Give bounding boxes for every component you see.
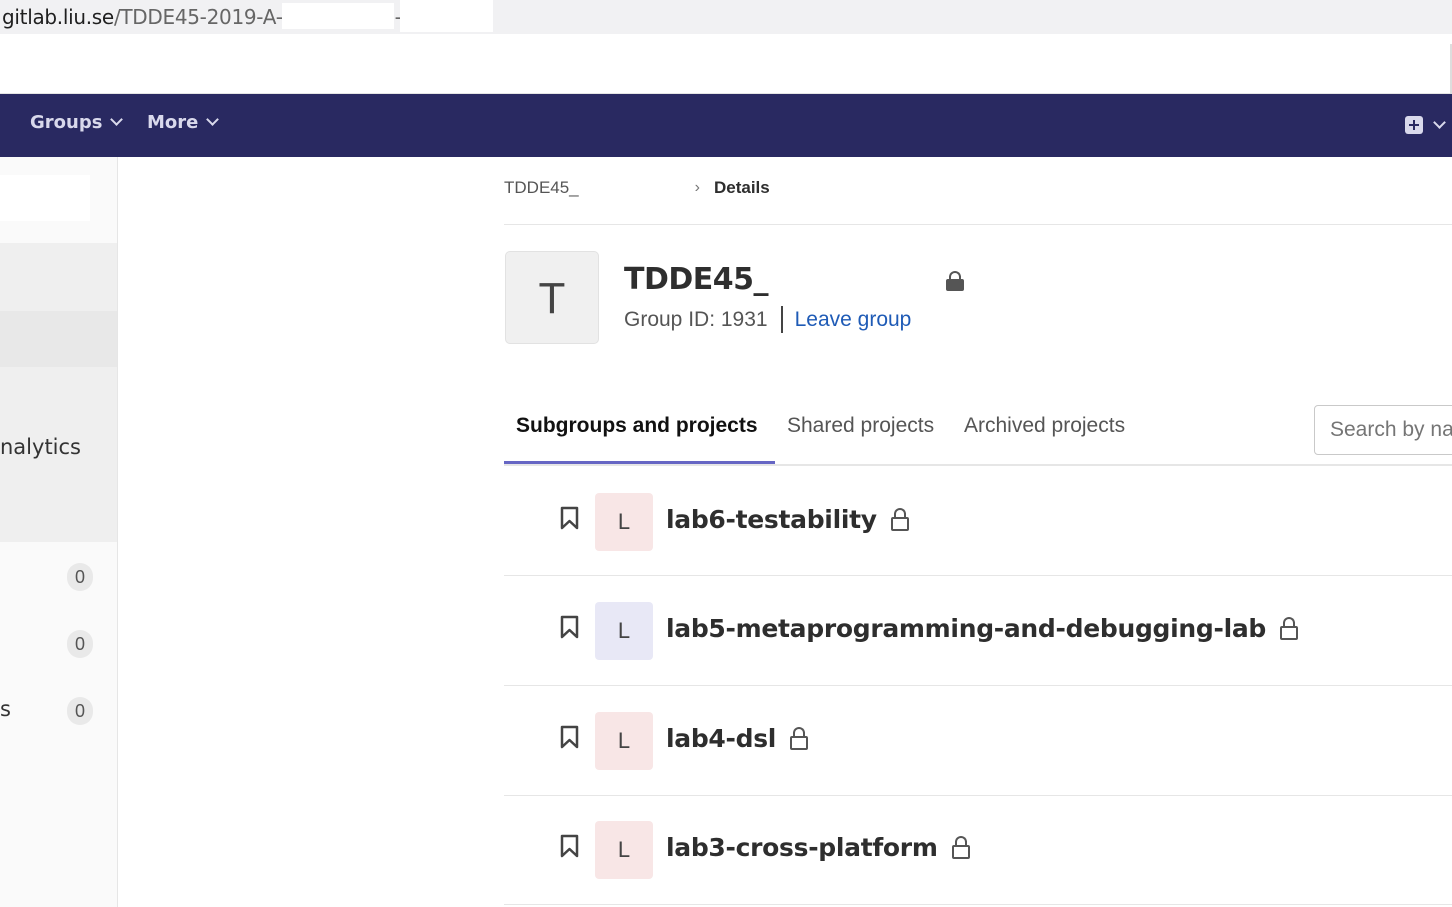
chevron-down-icon [206,113,220,126]
tab-shared-projects[interactable]: Shared projects [787,414,934,438]
sidebar-count-badge: 0 [67,630,93,658]
list-item[interactable]: L lab4-dsl [504,687,1452,796]
url-host: gitlab.liu.se [2,5,114,29]
project-avatar: L [595,821,653,879]
sidebar-search-box[interactable] [0,175,90,221]
project-avatar: L [595,493,653,551]
leave-group-link[interactable]: Leave group [795,308,912,332]
plus-square-icon [1405,116,1423,134]
lock-icon [946,271,964,292]
browser-toolbar-area [0,34,1452,104]
chevron-down-icon [110,113,124,126]
project-name-row: lab6-testability [666,505,909,534]
lock-icon [890,508,909,531]
bookmark-icon[interactable] [560,615,579,639]
redaction-box [282,3,394,29]
divider [780,306,783,333]
project-name-link[interactable]: lab4-dsl [666,724,776,753]
new-item-dropdown[interactable] [1405,115,1446,134]
sidebar-item-active[interactable] [0,311,117,367]
sidebar-item[interactable] [0,243,117,311]
bookmark-icon[interactable] [560,506,579,530]
list-item[interactable]: L lab6-testability [504,467,1452,576]
project-avatar: L [595,712,653,770]
url-path: /TDDE45-2019-A- [113,5,283,29]
page-title: TDDE45_ [624,262,769,297]
breadcrumb-current: Details [713,178,770,197]
chevron-down-icon [1433,115,1446,129]
project-avatar: L [595,602,653,660]
group-id-line: Group ID: 1931 Leave group [624,306,911,333]
list-item[interactable]: L lab5-metaprogramming-and-debugging-lab [504,577,1452,686]
top-navigation-bar: Groups More [0,94,1452,157]
sidebar-submenu: nalytics [0,367,117,542]
lock-icon [951,836,970,859]
group-id-text: Group ID: 1931 [624,307,768,331]
sidebar-item-label[interactable]: s [0,697,11,721]
lock-icon [790,727,809,750]
bookmark-icon[interactable] [560,725,579,749]
left-sidebar: nalytics 0 0 s 0 [0,157,118,907]
project-name-link[interactable]: lab5-metaprogramming-and-debugging-lab [666,614,1266,643]
nav-more-dropdown[interactable]: More [147,112,220,133]
tab-subgroups-and-projects[interactable]: Subgroups and projects [516,414,758,438]
tab-archived-projects[interactable]: Archived projects [964,414,1125,438]
breadcrumb-group-link[interactable]: TDDE45_ [504,178,579,198]
project-name-link[interactable]: lab6-testability [666,505,877,534]
group-tabs: Subgroups and projects Shared projects A… [504,400,1452,466]
browser-url-bar[interactable]: gitlab.liu.se/TDDE45-2019-A- - [0,0,1452,34]
search-input[interactable] [1314,405,1452,455]
lock-icon [1280,617,1299,640]
group-title-text: TDDE45_ [624,262,769,297]
sidebar-count-badge: 0 [67,563,93,591]
nav-groups-label: Groups [30,112,103,133]
project-name-row: lab3-cross-platform [666,833,970,862]
list-item[interactable]: L lab3-cross-platform [504,796,1452,905]
bookmark-icon[interactable] [560,834,579,858]
sidebar-item-analytics-label[interactable]: nalytics [0,435,81,459]
project-name-row: lab5-metaprogramming-and-debugging-lab [666,614,1299,643]
sidebar-count-badge: 0 [67,697,93,725]
chevron-right-icon: › [694,179,700,196]
breadcrumb: TDDE45_ › Details [504,178,770,198]
nav-groups-dropdown[interactable]: Groups [30,112,124,133]
active-tab-indicator [504,461,775,464]
nav-more-label: More [147,112,199,133]
project-name-link[interactable]: lab3-cross-platform [666,833,938,862]
divider [504,224,1452,225]
redaction-box [400,0,493,32]
project-name-row: lab4-dsl [666,724,809,753]
group-avatar: T [505,251,599,344]
